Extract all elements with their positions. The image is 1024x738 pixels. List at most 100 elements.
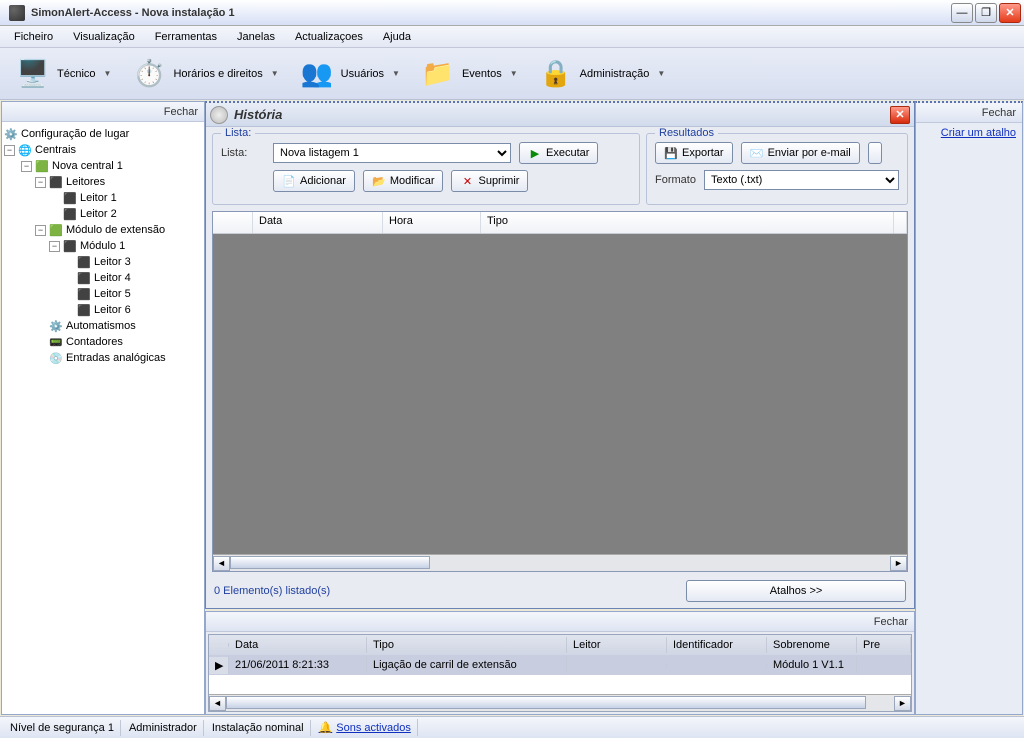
suprimir-button[interactable]: ✕Suprimir	[451, 170, 528, 192]
menu-ajuda[interactable]: Ajuda	[375, 29, 419, 45]
reader-icon: ⬛	[63, 207, 77, 221]
menu-visualizacao[interactable]: Visualização	[65, 29, 143, 45]
log-col-sobrenome[interactable]: Sobrenome	[767, 637, 857, 653]
tree-leitores[interactable]: Leitores	[66, 176, 105, 188]
log-col-tipo[interactable]: Tipo	[367, 637, 567, 653]
historia-close-button[interactable]: ✕	[890, 106, 910, 124]
tree-leitor4[interactable]: Leitor 4	[94, 272, 131, 284]
gear-icon: ⚙️	[4, 127, 18, 141]
tree-nova1[interactable]: Nova central 1	[52, 160, 123, 172]
col-extra[interactable]	[894, 212, 907, 233]
executar-button[interactable]: ▶Executar	[519, 142, 598, 164]
toolbar-administracao[interactable]: 🔒 Administração ▼	[529, 53, 675, 95]
delete-icon: ✕	[460, 174, 474, 188]
tree-leitor2[interactable]: Leitor 2	[80, 208, 117, 220]
log-row[interactable]: ▶ 21/06/2011 8:21:33 Ligação de carril d…	[209, 655, 911, 675]
reader-icon: ⬛	[63, 191, 77, 205]
analog-icon: 💿	[49, 351, 63, 365]
enviar-email-button[interactable]: ✉️Enviar por e-mail	[741, 142, 860, 164]
menu-ficheiro[interactable]: Ficheiro	[6, 29, 61, 45]
tree-modext[interactable]: Módulo de extensão	[66, 224, 165, 236]
tree-entradas[interactable]: Entradas analógicas	[66, 352, 166, 364]
tree-leitor5[interactable]: Leitor 5	[94, 288, 131, 300]
tree-contadores[interactable]: Contadores	[66, 336, 123, 348]
clock-icon: ⏱️	[131, 56, 167, 92]
tree-leitor3[interactable]: Leitor 3	[94, 256, 131, 268]
collapse-icon[interactable]: −	[35, 177, 46, 188]
window-title: SimonAlert-Access - Nova instalação 1	[31, 7, 951, 19]
historia-grid[interactable]: Data Hora Tipo ◄ ►	[212, 211, 908, 572]
history-icon	[210, 106, 228, 124]
log-col-data[interactable]: Data	[229, 637, 367, 653]
scroll-right-button[interactable]: ►	[894, 696, 911, 711]
adicionar-button[interactable]: 📄Adicionar	[273, 170, 355, 192]
lock-icon: 🔒	[538, 56, 574, 92]
toolbar-label: Usuários	[341, 68, 384, 80]
lista-select[interactable]: Nova listagem 1	[273, 143, 511, 163]
scroll-right-button[interactable]: ►	[890, 556, 907, 571]
right-close-link[interactable]: Fechar	[982, 107, 1016, 119]
col-marker[interactable]	[213, 212, 253, 233]
chevron-down-icon: ▼	[510, 69, 518, 78]
horizontal-scrollbar[interactable]: ◄ ►	[213, 554, 907, 571]
log-col-leitor[interactable]: Leitor	[567, 637, 667, 653]
collapse-icon[interactable]: −	[49, 241, 60, 252]
toolbar-horarios[interactable]: ⏱️ Horários e direitos ▼	[122, 53, 287, 95]
modificar-button[interactable]: 📂Modificar	[363, 170, 444, 192]
close-button[interactable]: ✕	[999, 3, 1021, 23]
left-close-link[interactable]: Fechar	[164, 106, 198, 118]
tree-centrais[interactable]: Centrais	[35, 144, 76, 156]
exportar-button[interactable]: 💾Exportar	[655, 142, 733, 164]
chevron-down-icon: ▼	[657, 69, 665, 78]
scroll-thumb[interactable]	[230, 556, 430, 569]
log-scrollbar[interactable]: ◄ ►	[209, 694, 911, 711]
play-icon: ▶	[528, 146, 542, 160]
lista-legend: Lista:	[221, 127, 255, 139]
extra-button[interactable]	[868, 142, 882, 164]
col-data[interactable]: Data	[253, 212, 383, 233]
log-cell-identificador	[667, 663, 767, 667]
toolbar-usuarios[interactable]: 👥 Usuários ▼	[290, 53, 409, 95]
scroll-left-button[interactable]: ◄	[213, 556, 230, 571]
module-icon: 🟩	[49, 223, 63, 237]
right-panel: Fechar Criar um atalho	[915, 101, 1023, 715]
menu-ferramentas[interactable]: Ferramentas	[147, 29, 225, 45]
collapse-icon[interactable]: −	[21, 161, 32, 172]
col-hora[interactable]: Hora	[383, 212, 481, 233]
col-tipo[interactable]: Tipo	[481, 212, 894, 233]
minimize-button[interactable]: —	[951, 3, 973, 23]
log-grid[interactable]: Data Tipo Leitor Identificador Sobrenome…	[208, 634, 912, 712]
maximize-button[interactable]: ❐	[975, 3, 997, 23]
menu-janelas[interactable]: Janelas	[229, 29, 283, 45]
config-tree[interactable]: ⚙️Configuração de lugar −🌐Centrais −🟩Nov…	[2, 122, 204, 714]
tree-leitor6[interactable]: Leitor 6	[94, 304, 131, 316]
formato-select[interactable]: Texto (.txt)	[704, 170, 899, 190]
scroll-track[interactable]	[230, 556, 890, 571]
scroll-thumb[interactable]	[226, 696, 866, 709]
log-cell-leitor	[567, 663, 667, 667]
atalhos-button[interactable]: Atalhos >>	[686, 580, 906, 602]
chevron-down-icon: ▼	[271, 69, 279, 78]
log-close-link[interactable]: Fechar	[874, 616, 908, 628]
log-col-pre[interactable]: Pre	[857, 637, 911, 653]
collapse-icon[interactable]: −	[35, 225, 46, 236]
log-header: Fechar	[206, 612, 914, 632]
tree-automatismos[interactable]: Automatismos	[66, 320, 136, 332]
scroll-track[interactable]	[226, 696, 894, 711]
toolbar-tecnico[interactable]: 🖥️ Técnico ▼	[6, 53, 120, 95]
log-cell-tipo: Ligação de carril de extensão	[367, 657, 567, 673]
criar-atalho-link[interactable]: Criar um atalho	[916, 123, 1022, 143]
menu-actualizacoes[interactable]: Actualizaçoes	[287, 29, 371, 45]
scroll-left-button[interactable]: ◄	[209, 696, 226, 711]
lista-group: Lista: Lista: Nova listagem 1 ▶Executar …	[212, 133, 640, 205]
log-cell-pre	[857, 663, 911, 667]
lista-label: Lista:	[221, 147, 265, 159]
status-sons[interactable]: 🔔 Sons activados	[313, 719, 418, 736]
collapse-icon[interactable]: −	[4, 145, 15, 156]
counter-icon: 📟	[49, 335, 63, 349]
toolbar-eventos[interactable]: 📁 Eventos ▼	[411, 53, 527, 95]
tree-leitor1[interactable]: Leitor 1	[80, 192, 117, 204]
tree-modulo1[interactable]: Módulo 1	[80, 240, 125, 252]
tree-config[interactable]: Configuração de lugar	[21, 128, 129, 140]
log-col-identificador[interactable]: Identificador	[667, 637, 767, 653]
